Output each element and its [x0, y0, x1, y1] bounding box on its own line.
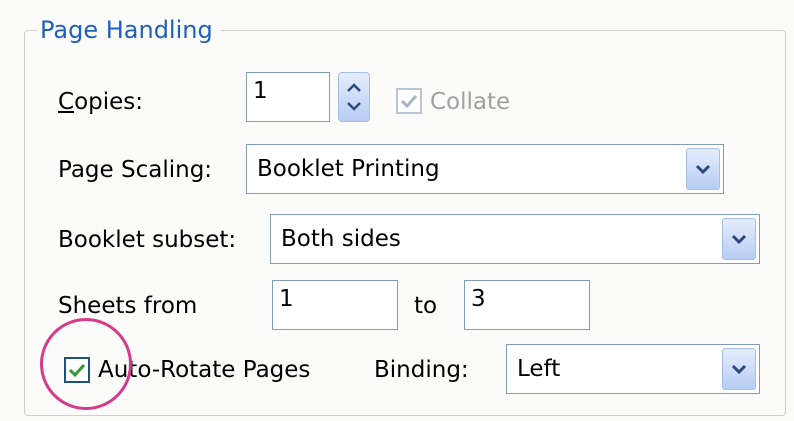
- sheets-to-input[interactable]: 3: [464, 280, 590, 330]
- binding-value: Left: [517, 356, 561, 382]
- booklet-subset-label: Booklet subset:: [58, 227, 237, 253]
- chevron-down-icon: [731, 364, 747, 374]
- page-scaling-label: Page Scaling:: [58, 157, 213, 183]
- page-scaling-select[interactable]: Booklet Printing: [246, 144, 724, 194]
- page-scaling-value: Booklet Printing: [257, 156, 440, 182]
- copies-label: Copies:: [58, 89, 144, 115]
- binding-label: Binding:: [374, 357, 469, 383]
- dropdown-button[interactable]: [722, 218, 756, 260]
- dropdown-button[interactable]: [722, 348, 756, 390]
- collate-label: Collate: [430, 89, 511, 115]
- group-title: Page Handling: [38, 14, 221, 46]
- collate-checkbox[interactable]: [396, 88, 422, 114]
- copies-spinner[interactable]: [338, 72, 370, 122]
- chevron-down-icon: [695, 164, 711, 174]
- sheets-to-label: to: [414, 293, 438, 319]
- sheets-from-input[interactable]: 1: [272, 280, 398, 330]
- sheets-from-label: Sheets from: [58, 293, 198, 319]
- dropdown-button[interactable]: [686, 148, 720, 190]
- chevron-down-icon: [731, 234, 747, 244]
- binding-select[interactable]: Left: [506, 344, 760, 394]
- spin-up-icon[interactable]: [347, 83, 361, 92]
- booklet-subset-value: Both sides: [281, 226, 401, 252]
- spin-down-icon[interactable]: [347, 102, 361, 111]
- booklet-subset-select[interactable]: Both sides: [270, 214, 760, 264]
- highlight-circle: [40, 318, 132, 410]
- copies-input[interactable]: 1: [246, 72, 330, 122]
- checkmark-icon: [400, 94, 418, 109]
